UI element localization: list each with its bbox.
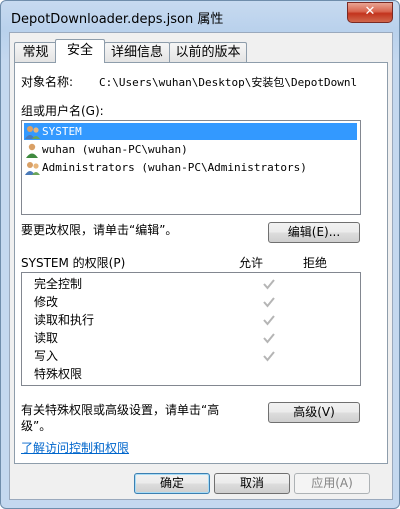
principals-list[interactable]: SYSTEM wuhan (wuhan-PC\wuhan) Administra… — [21, 120, 361, 215]
check-icon — [263, 333, 275, 344]
user-icon — [24, 143, 41, 158]
close-icon: ✕ — [364, 4, 376, 19]
tab-label: 安全 — [66, 43, 93, 58]
principal-item-administrators[interactable]: Administrators (wuhan-PC\Administrators) — [24, 159, 307, 176]
group-icon — [24, 125, 41, 140]
properties-window: DepotDownloader.deps.json 属性 ✕ 常规 安全 详细信… — [0, 0, 400, 509]
principal-name: SYSTEM — [42, 125, 82, 138]
permissions-list: 完全控制 修改 读取和执行 读取 写入 特殊权限 — [21, 272, 361, 386]
check-icon — [263, 351, 275, 362]
permissions-header: SYSTEM 的权限(P) — [21, 256, 126, 270]
advanced-button-label: 高级(V) — [293, 405, 335, 419]
permission-name: 读取 — [34, 331, 59, 345]
title-bar[interactable]: DepotDownloader.deps.json 属性 ✕ — [1, 1, 399, 33]
window-title: DepotDownloader.deps.json 属性 — [11, 12, 224, 27]
edit-button-label: 编辑(E)... — [287, 225, 341, 239]
check-icon — [263, 279, 275, 290]
advanced-button[interactable]: 高级(V) — [268, 402, 360, 423]
security-panel: 对象名称: C:\Users\wuhan\Desktop\安装包\DepotDo… — [14, 62, 388, 464]
permission-row-full-control: 完全控制 — [34, 275, 354, 293]
object-name-label: 对象名称: — [21, 75, 74, 89]
group-icon — [24, 161, 41, 176]
deny-column-header: 拒绝 — [303, 256, 328, 270]
allow-column-header: 允许 — [239, 256, 264, 270]
permission-row-read: 读取 — [34, 329, 354, 347]
check-icon — [263, 297, 275, 308]
check-icon — [263, 315, 275, 326]
permission-name: 特殊权限 — [34, 367, 83, 381]
tab-label: 以前的版本 — [175, 45, 241, 60]
permission-name: 读取和执行 — [34, 313, 95, 327]
close-button[interactable]: ✕ — [347, 2, 393, 23]
apply-button[interactable]: 应用(A) — [294, 473, 370, 494]
object-name-value: C:\Users\wuhan\Desktop\安装包\DepotDownl — [99, 76, 358, 89]
permission-row-modify: 修改 — [34, 293, 354, 311]
principal-item-system[interactable]: SYSTEM — [24, 123, 357, 140]
advanced-hint-line1: 有关特殊权限或高级设置，请单击“高 — [21, 403, 220, 417]
permission-row-write: 写入 — [34, 347, 354, 365]
principals-label: 组或用户名(G): — [21, 104, 104, 118]
permission-row-special: 特殊权限 — [34, 365, 354, 383]
permission-name: 修改 — [34, 295, 59, 309]
principal-item-wuhan[interactable]: wuhan (wuhan-PC\wuhan) — [24, 141, 188, 158]
permission-name: 写入 — [34, 349, 59, 363]
tab-label: 详细信息 — [110, 45, 163, 60]
learn-access-control-link[interactable]: 了解访问控制和权限 — [21, 439, 129, 456]
cancel-button-label: 取消 — [239, 476, 264, 490]
permission-row-read-execute: 读取和执行 — [34, 311, 354, 329]
tab-previous-versions[interactable]: 以前的版本 — [169, 42, 247, 62]
edit-button[interactable]: 编辑(E)... — [268, 222, 360, 243]
edit-hint: 要更改权限，请单击“编辑”。 — [21, 223, 178, 237]
tab-general[interactable]: 常规 — [14, 42, 57, 62]
dialog-body: 常规 安全 详细信息 以前的版本 对象名称: C:\Users\wuhan\De… — [9, 32, 393, 500]
tab-security[interactable]: 安全 — [55, 39, 105, 63]
permission-name: 完全控制 — [34, 277, 83, 291]
principal-name: Administrators (wuhan-PC\Administrators) — [42, 161, 307, 174]
apply-button-label: 应用(A) — [311, 476, 353, 490]
cancel-button[interactable]: 取消 — [214, 473, 290, 494]
principal-name: wuhan (wuhan-PC\wuhan) — [42, 143, 188, 156]
tab-label: 常规 — [22, 45, 49, 60]
ok-button-label: 确定 — [159, 476, 184, 490]
tab-details[interactable]: 详细信息 — [104, 42, 170, 62]
ok-button[interactable]: 确定 — [134, 473, 210, 494]
advanced-hint-line2: 级”。 — [21, 419, 52, 433]
